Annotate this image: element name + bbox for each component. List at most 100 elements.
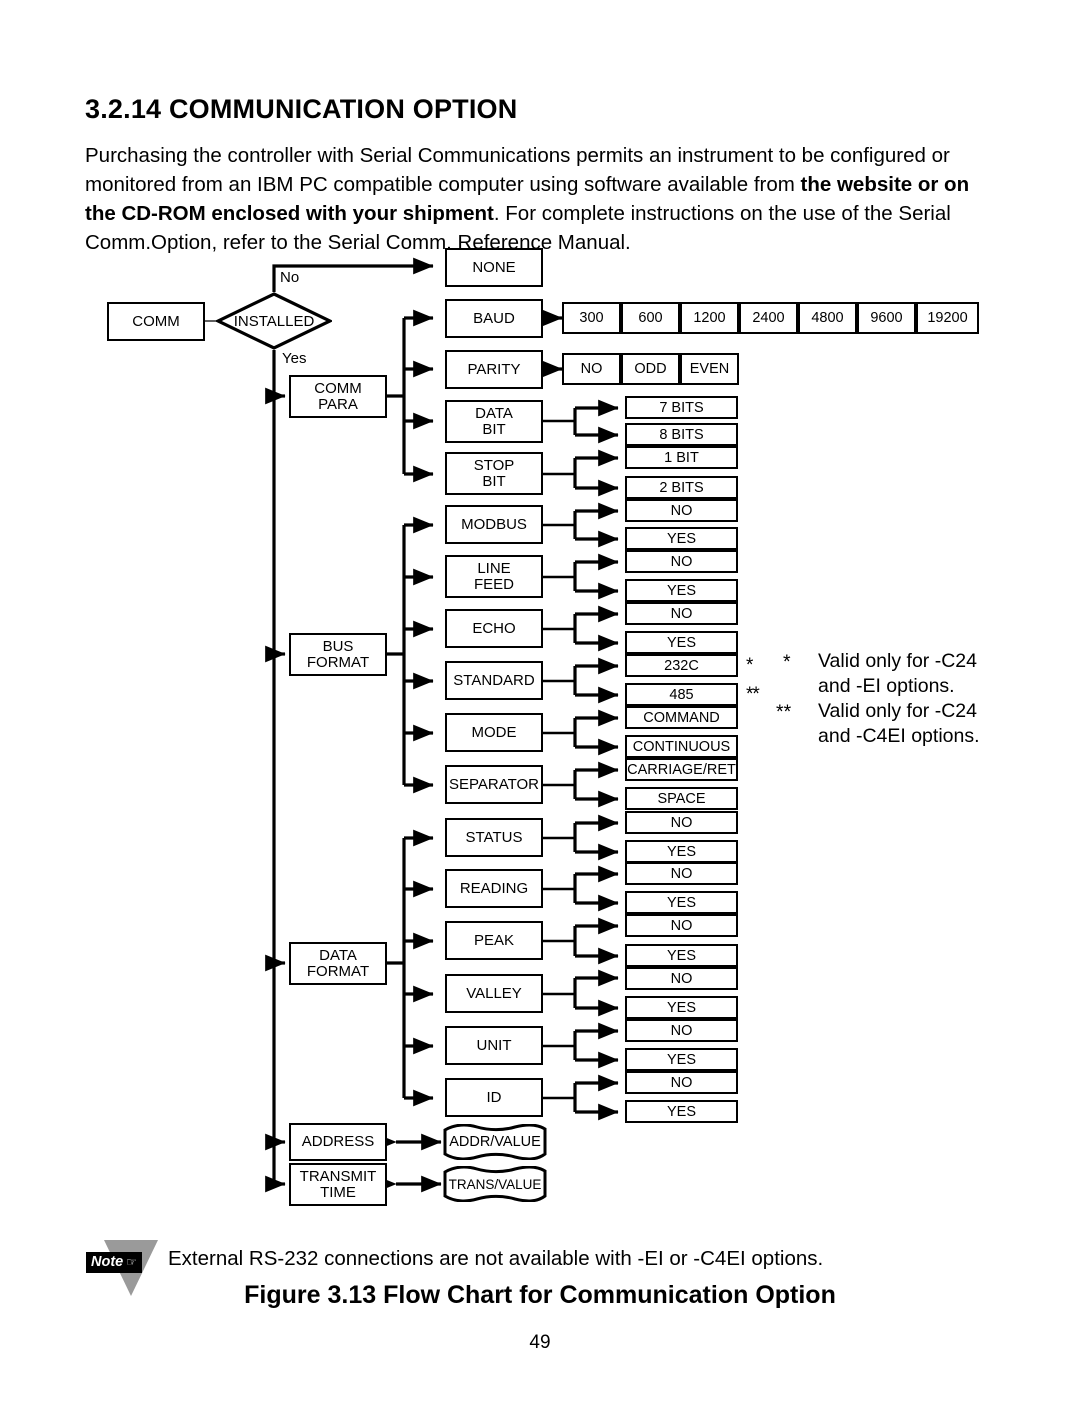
node-unit[interactable]: UNIT xyxy=(445,1026,543,1065)
value-baud-2400[interactable]: 2400 xyxy=(739,302,798,334)
value-reading-yes[interactable]: YES xyxy=(625,891,738,914)
node-standard[interactable]: STANDARD xyxy=(445,661,543,700)
node-bus-format-label: BUS FORMAT xyxy=(306,637,370,671)
note-row: Note ☞ External RS-232 connections are n… xyxy=(86,1240,1016,1296)
node-separator[interactable]: SEPARATOR xyxy=(445,765,543,804)
value-line-feed-yes[interactable]: YES xyxy=(625,579,738,602)
edge-label-no: No xyxy=(280,269,300,286)
note-badge-label: Note xyxy=(91,1254,124,1270)
footnote-legend-double-mark: ** xyxy=(776,701,792,723)
node-data-format-label: DATA FORMAT xyxy=(306,946,370,980)
node-trans-value-tape[interactable]: TRANS/VALUE xyxy=(441,1165,549,1203)
value-parity-even[interactable]: EVEN xyxy=(680,353,739,385)
value-valley-yes[interactable]: YES xyxy=(625,996,738,1019)
value-stop-bit-1[interactable]: 1 BIT xyxy=(625,446,738,469)
node-addr-value-tape[interactable]: ADDR/VALUE xyxy=(441,1123,549,1161)
value-status-yes[interactable]: YES xyxy=(625,840,738,863)
node-separator-label: SEPARATOR xyxy=(448,775,540,793)
node-line-feed[interactable]: LINE FEED xyxy=(445,555,543,598)
value-valley-no[interactable]: NO xyxy=(625,967,738,990)
node-modbus[interactable]: MODBUS xyxy=(445,505,543,544)
note-badge: Note ☞ xyxy=(86,1252,142,1273)
value-data-bit-7[interactable]: 7 BITS xyxy=(625,396,738,419)
node-transmit-time[interactable]: TRANSMIT TIME xyxy=(289,1163,387,1206)
value-standard-232c[interactable]: 232C xyxy=(625,654,738,677)
node-comm-label: COMM xyxy=(132,312,180,330)
node-comm[interactable]: COMM xyxy=(107,302,205,341)
value-unit-no[interactable]: NO xyxy=(625,1019,738,1042)
value-modbus-yes[interactable]: YES xyxy=(625,527,738,550)
node-stop-bit[interactable]: STOP BIT xyxy=(445,452,543,495)
footnote-legend-single-mark: * xyxy=(783,651,791,673)
value-parity-no[interactable]: NO xyxy=(562,353,621,385)
value-echo-yes[interactable]: YES xyxy=(625,631,738,654)
flow-chart: COMM INSTALLED No Yes NONE COMM PARA BUS F… xyxy=(0,236,1080,1226)
node-parity[interactable]: PARITY xyxy=(445,350,543,389)
node-comm-para-label: COMM PARA xyxy=(314,379,362,413)
node-peak[interactable]: PEAK xyxy=(445,921,543,960)
node-id-label: ID xyxy=(486,1088,502,1106)
node-valley[interactable]: VALLEY xyxy=(445,974,543,1013)
node-none[interactable]: NONE xyxy=(445,248,543,287)
value-id-no[interactable]: NO xyxy=(625,1071,738,1094)
node-data-bit[interactable]: DATA BIT xyxy=(445,400,543,443)
value-status-no[interactable]: NO xyxy=(625,811,738,834)
value-id-yes[interactable]: YES xyxy=(625,1100,738,1123)
node-bus-format[interactable]: BUS FORMAT xyxy=(289,633,387,676)
node-transmit-time-label: TRANSMIT TIME xyxy=(299,1167,377,1201)
node-valley-label: VALLEY xyxy=(466,984,522,1002)
page-number: 49 xyxy=(529,1332,551,1353)
value-peak-no[interactable]: NO xyxy=(625,914,738,937)
value-baud-300[interactable]: 300 xyxy=(562,302,621,334)
node-unit-label: UNIT xyxy=(476,1036,512,1054)
node-installed-decision[interactable]: INSTALLED xyxy=(214,292,334,350)
footnote-mark-single: * xyxy=(746,655,753,676)
document-page: 3.2.14 COMMUNICATION OPTION Purchasing t… xyxy=(0,0,1080,1412)
value-data-bit-8[interactable]: 8 BITS xyxy=(625,423,738,446)
value-peak-yes[interactable]: YES xyxy=(625,944,738,967)
value-baud-1200[interactable]: 1200 xyxy=(680,302,739,334)
node-echo[interactable]: ECHO xyxy=(445,609,543,648)
node-mode[interactable]: MODE xyxy=(445,713,543,752)
node-data-format[interactable]: DATA FORMAT xyxy=(289,942,387,985)
value-baud-4800[interactable]: 4800 xyxy=(798,302,857,334)
pointing-hand-icon: ☞ xyxy=(126,1255,137,1269)
value-modbus-no[interactable]: NO xyxy=(625,499,738,522)
node-peak-label: PEAK xyxy=(473,931,515,949)
value-standard-485[interactable]: 485 xyxy=(625,683,738,706)
note-text: External RS-232 connections are not avai… xyxy=(168,1247,824,1270)
node-baud[interactable]: BAUD xyxy=(445,299,543,338)
figure-caption: Figure 3.13 Flow Chart for Communication… xyxy=(244,1281,836,1309)
node-standard-label: STANDARD xyxy=(453,671,535,689)
node-trans-value-label: TRANS/VALUE xyxy=(448,1176,542,1192)
value-separator-space[interactable]: SPACE xyxy=(625,787,738,810)
node-mode-label: MODE xyxy=(471,723,517,741)
value-parity-odd[interactable]: ODD xyxy=(621,353,680,385)
node-status[interactable]: STATUS xyxy=(445,818,543,857)
value-stop-bit-2[interactable]: 2 BITS xyxy=(625,476,738,499)
value-line-feed-no[interactable]: NO xyxy=(625,550,738,573)
node-modbus-label: MODBUS xyxy=(461,515,527,533)
value-echo-no[interactable]: NO xyxy=(625,602,738,625)
value-separator-carriage-ret[interactable]: CARRIAGE/RET xyxy=(625,758,738,781)
node-address-label: ADDRESS xyxy=(301,1133,375,1150)
value-reading-no[interactable]: NO xyxy=(625,862,738,885)
value-baud-9600[interactable]: 9600 xyxy=(857,302,916,334)
value-mode-continuous[interactable]: CONTINUOUS xyxy=(625,735,738,758)
value-unit-yes[interactable]: YES xyxy=(625,1048,738,1071)
node-reading[interactable]: READING xyxy=(445,869,543,908)
node-id[interactable]: ID xyxy=(445,1078,543,1117)
value-baud-600[interactable]: 600 xyxy=(621,302,680,334)
node-none-label: NONE xyxy=(472,258,516,276)
footnote-mark-double: ** xyxy=(746,684,760,705)
value-baud-19200[interactable]: 19200 xyxy=(916,302,979,334)
node-stop-bit-label: STOP BIT xyxy=(473,456,515,490)
node-echo-label: ECHO xyxy=(472,619,516,637)
node-status-label: STATUS xyxy=(465,828,523,846)
node-line-feed-label: LINE FEED xyxy=(473,559,514,593)
node-address[interactable]: ADDRESS xyxy=(289,1123,387,1161)
node-reading-label: READING xyxy=(459,879,529,897)
value-mode-command[interactable]: COMMAND xyxy=(625,706,738,729)
node-comm-para[interactable]: COMM PARA xyxy=(289,375,387,418)
node-baud-label: BAUD xyxy=(473,309,515,327)
